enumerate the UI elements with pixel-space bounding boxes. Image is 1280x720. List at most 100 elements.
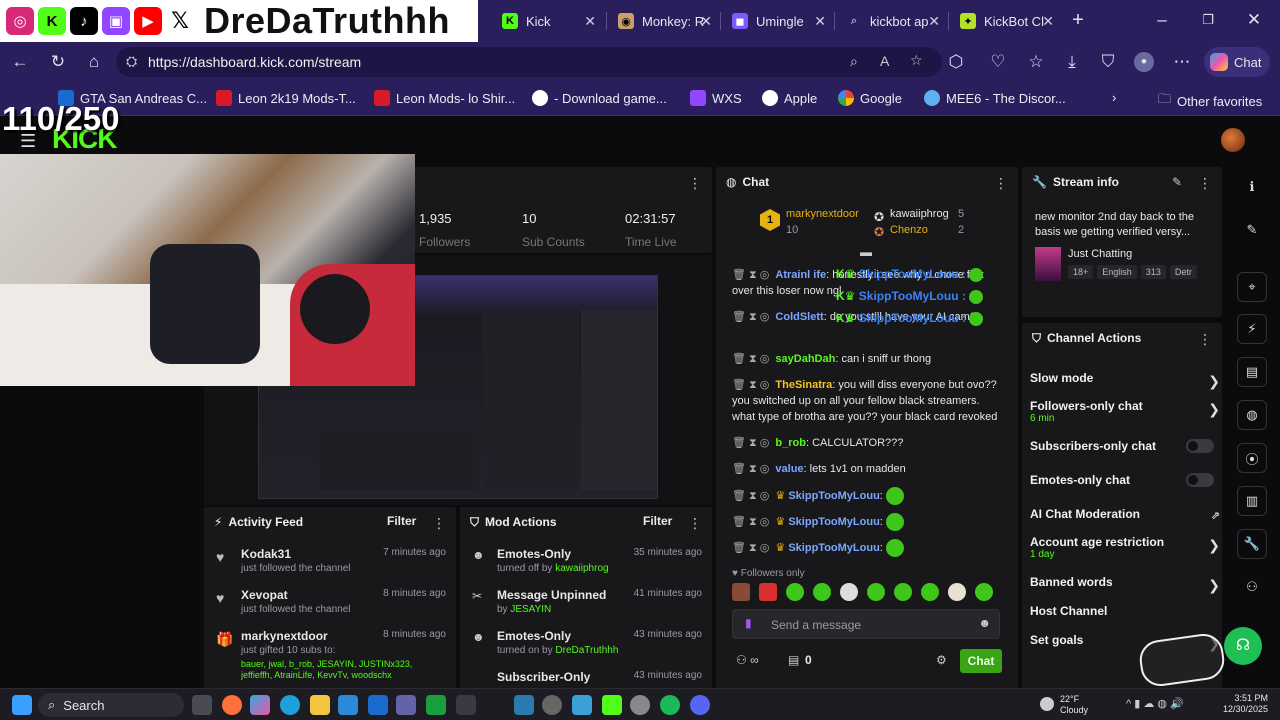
close-icon[interactable]: ✕ — [584, 13, 596, 30]
emote-icon[interactable] — [840, 583, 858, 601]
pen-icon[interactable]: ✎ — [1237, 215, 1267, 245]
weather-widget[interactable]: 22°F Cloudy — [1040, 693, 1120, 717]
gamepass-icon[interactable] — [426, 695, 446, 715]
bookmark-item[interactable]: Google — [838, 90, 902, 106]
file-explorer-icon[interactable] — [310, 695, 330, 715]
emote-icon[interactable] — [786, 583, 804, 601]
collapse-chevron-icon[interactable]: ▬ — [860, 245, 872, 259]
mod-tools-icon[interactable]: 🗑 ⧗ ◎ — [732, 490, 769, 502]
home-icon[interactable]: ⌂ — [84, 52, 104, 72]
site-info-icon[interactable]: ⛭ — [126, 53, 137, 70]
minimize-button[interactable]: – — [1152, 10, 1172, 30]
downloads-icon[interactable]: ⤓ — [1062, 52, 1082, 72]
action-subscribers-only[interactable]: Subscribers-only chat — [1030, 439, 1220, 453]
category-label[interactable]: Just Chatting — [1068, 248, 1132, 260]
focus-icon[interactable]: ⌖ — [1237, 272, 1267, 302]
chat-send-button[interactable]: Chat — [960, 649, 1002, 673]
favorite-star-icon[interactable]: ☆ — [910, 52, 923, 69]
emoji-picker-icon[interactable]: ☻ — [978, 616, 991, 630]
shield-icon[interactable]: ⛉ — [1098, 52, 1118, 72]
clock[interactable]: 3:51 PM 12/30/2025 — [1222, 693, 1268, 715]
emote-icon[interactable] — [867, 583, 885, 601]
store-icon[interactable] — [338, 695, 358, 715]
edge-icon[interactable] — [280, 695, 300, 715]
emote-icon[interactable] — [894, 583, 912, 601]
activity-filter-button[interactable]: Filter — [387, 514, 416, 528]
other-favorites[interactable]: 🗀 Other favorites — [1158, 90, 1262, 112]
restore-button[interactable]: ❐ — [1198, 10, 1218, 30]
favorites-icon[interactable]: ☆ — [1026, 52, 1046, 72]
refresh-icon[interactable]: ↻ — [48, 52, 68, 72]
more-icon[interactable]: ⋮ — [688, 175, 702, 192]
extensions-icon[interactable]: ⬡ — [946, 52, 966, 72]
action-emotes-only[interactable]: Emotes-only chat — [1030, 473, 1220, 487]
bookmark-item[interactable]: WXS — [690, 90, 742, 106]
action-followers-only[interactable]: Followers-only chat 6 min ❯ — [1030, 399, 1220, 424]
tab-umingle[interactable]: ◼ Umingle ✕ — [722, 6, 834, 36]
url-field[interactable]: ⛭ https://dashboard.kick.com/stream ⌕ A … — [116, 47, 942, 77]
bookmarks-overflow-chevron[interactable]: › — [1112, 90, 1116, 105]
copilot-icon[interactable] — [250, 695, 270, 715]
action-ai-moderation[interactable]: AI Chat Moderation ⇗ — [1030, 507, 1220, 522]
new-tab-button[interactable]: + — [1068, 10, 1088, 30]
tab-kickbot-ap[interactable]: ⌕ kickbot ap ✕ — [836, 6, 948, 36]
edit-icon[interactable]: ✎ — [1172, 175, 1182, 189]
mod-tools-icon[interactable]: 🗑 ⧗ ◎ — [732, 463, 769, 475]
support-headset-button[interactable]: ☊ — [1224, 627, 1262, 665]
tab-monkey[interactable]: ◉ Monkey: R ✕ — [608, 6, 720, 36]
app-icon[interactable] — [572, 695, 592, 715]
kick-app-icon[interactable] — [602, 695, 622, 715]
bookmark-item[interactable]: MEE6 - The Discor... — [924, 90, 1066, 106]
app-icon[interactable] — [514, 695, 534, 715]
mod-tools-icon[interactable]: 🗑 ⧗ ◎ — [732, 379, 769, 391]
wrench-icon[interactable]: 🔧 — [1237, 529, 1267, 559]
chat-icon[interactable]: ◍ — [1237, 400, 1267, 430]
tag[interactable]: 18+ — [1068, 265, 1094, 279]
close-icon[interactable]: ✕ — [700, 13, 712, 30]
info-icon[interactable]: ℹ — [1237, 172, 1267, 202]
emotes-only-toggle[interactable] — [1186, 473, 1214, 487]
subscribers-only-toggle[interactable] — [1186, 439, 1214, 453]
mod-tools-icon[interactable]: 🗑 ⧗ ◎ — [732, 311, 769, 323]
emote-icon[interactable] — [759, 583, 777, 601]
mod-tools-icon[interactable]: 🗑 ⧗ ◎ — [732, 437, 769, 449]
action-slow-mode[interactable]: Slow mode ❯ — [1030, 371, 1220, 389]
emote-icon[interactable] — [948, 583, 966, 601]
spotify-icon[interactable] — [660, 695, 680, 715]
mod-tools-icon[interactable]: 🗑 ⧗ ◎ — [732, 516, 769, 528]
emote-icon[interactable] — [921, 583, 939, 601]
profile-avatar[interactable]: • — [1134, 52, 1154, 72]
discord-icon[interactable] — [690, 695, 710, 715]
bookmark-item[interactable]: Leon Mods- lo Shir... — [374, 90, 515, 106]
tag[interactable]: Detr — [1169, 265, 1197, 279]
more-icon[interactable]: ⋮ — [432, 515, 446, 532]
tab-kick[interactable]: K Kick ✕ — [492, 6, 604, 36]
tab-kickbot-cl[interactable]: ✦ KickBot Cl ✕ — [950, 6, 1062, 36]
chat-settings-link-icon[interactable]: ⚇ ∞ — [736, 653, 759, 667]
read-aloud-icon[interactable]: A — [880, 53, 889, 69]
document-icon[interactable]: ▤ — [1237, 357, 1267, 387]
mod-tools-icon[interactable]: 🗑 ⧗ ◎ — [732, 353, 769, 365]
chat-input[interactable]: ▮ Send a message ☻ — [732, 609, 1000, 639]
action-banned-words[interactable]: Banned words ❯ — [1030, 575, 1220, 593]
bookmark-item[interactable]: Leon 2k19 Mods-T... — [216, 90, 356, 106]
settings-icon[interactable] — [542, 695, 562, 715]
close-icon[interactable]: ✕ — [1042, 13, 1054, 30]
emote-icon[interactable] — [813, 583, 831, 601]
plugins-icon[interactable]: ⚇ — [1237, 572, 1267, 602]
firefox-icon[interactable] — [222, 695, 242, 715]
zoom-icon[interactable]: ⌕ — [850, 53, 858, 70]
broadcast-icon[interactable]: ⦿ — [1237, 443, 1267, 473]
performance-icon[interactable]: ♡ — [988, 52, 1008, 72]
taskbar-search[interactable]: ⌕ Search — [38, 693, 184, 717]
store-icon[interactable]: ▤ — [788, 653, 799, 667]
windows-start-icon[interactable] — [12, 695, 32, 715]
mod-filter-button[interactable]: Filter — [643, 514, 672, 528]
action-host-channel[interactable]: Host Channel — [1030, 604, 1220, 618]
outlook-icon[interactable] — [368, 695, 388, 715]
chrome-icon[interactable] — [630, 695, 650, 715]
action-account-age[interactable]: Account age restriction 1 day ❯ — [1030, 535, 1220, 560]
copilot-chat-button[interactable]: Chat — [1204, 47, 1270, 77]
mod-tools-icon[interactable]: 🗑 ⧗ ◎ — [732, 542, 769, 554]
emote-icon[interactable] — [975, 583, 993, 601]
